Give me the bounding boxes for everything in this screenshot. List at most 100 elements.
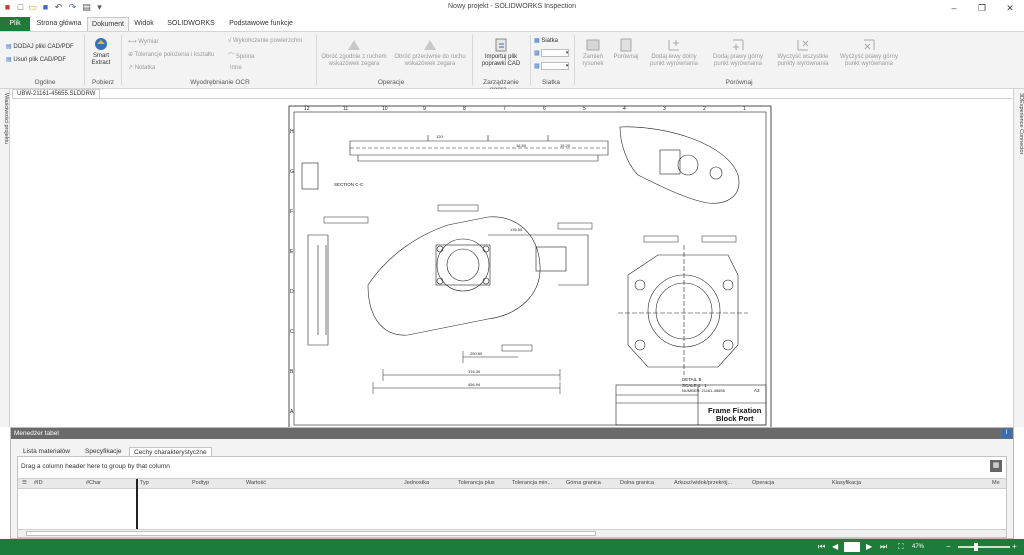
rotate-cw-icon	[348, 40, 360, 50]
row-letter: D	[290, 289, 294, 295]
rotate-cw-button[interactable]: Obróć zgodnie z ruchem wskazówek zegara	[316, 38, 392, 68]
tab-basic-functions[interactable]: Podstawowe funkcje	[225, 17, 297, 31]
column-header[interactable]: Arkusz/widok/przekrój...	[674, 480, 732, 486]
detail-label: DETAIL B	[682, 377, 702, 382]
column-header[interactable]: Operacja	[752, 480, 774, 486]
column-header[interactable]: Klasyfikacja	[832, 480, 861, 486]
tab-solidworks-pdm[interactable]: SOLIDWORKS PDM	[160, 17, 222, 41]
next-page-icon[interactable]: ▶	[866, 542, 872, 552]
smart-extract-button[interactable]: Smart Extract	[88, 37, 114, 67]
tab-home[interactable]: Strona główna	[31, 17, 87, 31]
page-number-input[interactable]	[844, 542, 860, 552]
column-header[interactable]: Me	[992, 480, 1000, 486]
other-ocr-button[interactable]: Inne	[230, 65, 242, 71]
column-header[interactable]: Górna granica	[566, 480, 601, 486]
grid-cols-select[interactable]: ▦ ▾	[534, 62, 570, 70]
clear-all-align-button[interactable]: Wyczyść wszystkie punkty wyrównania	[772, 38, 834, 68]
smart-extract-icon	[95, 38, 107, 50]
column-header[interactable]: #ID	[34, 480, 43, 486]
gdt-ocr-button[interactable]: ⊕ Tolerancje położenia i kształtu	[128, 51, 214, 58]
column-header[interactable]: Jednostka	[404, 480, 429, 486]
column-header[interactable]: Dolna granica	[620, 480, 654, 486]
ribbon: ▤ DODAJ pliki CAD/PDF ▤ Usuń plik CAD/PD…	[0, 31, 1024, 93]
zoom-in-icon[interactable]: +	[1012, 542, 1017, 552]
col-number: 3	[663, 106, 666, 112]
column-header[interactable]: Tolerancja plus	[458, 480, 495, 486]
add-cad-pdf-button[interactable]: ▤ DODAJ pliki CAD/PDF	[6, 43, 74, 50]
add-bottom-left-align-button[interactable]: Dodaj lewy dolny punkt wyrównania	[644, 38, 704, 68]
column-header[interactable]: Tolerancja min...	[512, 480, 552, 486]
dimension-value: 250.50	[470, 351, 483, 356]
tab-characteristics[interactable]: Cechy charakterystyczne	[129, 447, 212, 456]
chevron-down-icon: ▾	[541, 62, 570, 70]
zoom-fit-icon[interactable]: ⛶	[898, 542, 904, 552]
column-header[interactable]: Typ	[140, 480, 149, 486]
compare-button[interactable]: Porównaj	[610, 38, 642, 61]
group-separator	[472, 35, 473, 85]
remove-cad-pdf-button[interactable]: ▤ Usuń plik CAD/PDF	[6, 56, 66, 63]
row-letter: G	[290, 169, 294, 175]
column-header[interactable]: Wartość	[246, 480, 266, 486]
column-header[interactable]: Podtyp	[192, 480, 209, 486]
dimension-value: 15.20	[560, 143, 571, 148]
compare-icon	[620, 38, 632, 52]
group-label-compare: Porównaj	[725, 79, 753, 86]
project-properties-label[interactable]: Właściwości projektu	[3, 93, 9, 144]
minimize-icon[interactable]: –	[940, 0, 968, 17]
project-properties-panel[interactable]: Właściwości projektu	[0, 89, 10, 427]
characteristics-grid: Drag a column header here to group by th…	[17, 456, 1007, 538]
tab-specifications[interactable]: Specyfikacje	[81, 447, 126, 456]
dimension-value: 316.30	[468, 369, 481, 374]
row-menu-icon[interactable]: ☰	[22, 480, 27, 486]
zoom-out-icon[interactable]: −	[946, 542, 951, 552]
dimension-value: 456.94	[468, 382, 481, 387]
close-icon[interactable]: ✕	[996, 0, 1024, 17]
3dexperience-connector-panel[interactable]: 3DExperience Connector	[1013, 89, 1024, 427]
import-cad-revision-button[interactable]: Importuj plik poprawki CAD	[476, 38, 526, 68]
group-label-general: Ogólne	[34, 79, 56, 86]
note-ocr-button[interactable]: ↗ Notatka	[128, 64, 155, 71]
drawing-canvas[interactable]: 12 11 10 9 8 7 6 5 4 3 2 1 H G F E D C B…	[12, 98, 1012, 432]
add-file-icon: ▤	[6, 44, 12, 50]
weld-ocr-button[interactable]: ⌒ Spoina	[228, 51, 254, 60]
first-page-icon[interactable]: ⏮	[818, 542, 825, 552]
column-header[interactable]: #Char	[86, 480, 101, 486]
tab-bill-of-materials[interactable]: Lista materiałów	[19, 447, 74, 456]
tab-file[interactable]: Plik	[0, 17, 30, 31]
row-letter: A	[290, 409, 294, 415]
replace-drawing-button[interactable]: Zamień rysunek	[578, 38, 608, 68]
column-chooser-icon[interactable]: ▦	[990, 460, 1002, 472]
window-title: Nowy projekt - SOLIDWORKS Inspection	[448, 3, 576, 10]
column-splitter[interactable]	[136, 479, 138, 529]
clear-align-icon	[864, 39, 875, 50]
group-separator	[530, 35, 531, 85]
last-page-icon[interactable]: ⏭	[880, 542, 887, 552]
grid-button[interactable]: ▦ Siatka	[534, 37, 558, 44]
col-number: 1	[743, 106, 746, 112]
previous-page-icon[interactable]: ◀	[832, 542, 838, 552]
drawing-svg: 12 11 10 9 8 7 6 5 4 3 2 1 H G F E D C B…	[288, 105, 772, 432]
zoom-slider-handle[interactable]	[974, 543, 978, 551]
dimension-ocr-button[interactable]: ⟷ Wymiar	[128, 38, 159, 45]
horizontal-scrollbar[interactable]	[18, 529, 1006, 537]
tab-view[interactable]: Widok	[129, 17, 159, 31]
sheet-size: A3	[754, 388, 760, 393]
row-letter: F	[290, 209, 293, 215]
pin-icon[interactable]: I	[1002, 429, 1011, 438]
clear-top-right-align-button[interactable]: Wyczyść prawy górny punkt wyrównania	[836, 38, 902, 68]
tab-document[interactable]: Dokument	[87, 17, 129, 32]
import-revision-icon	[495, 38, 507, 52]
dimension-value: 16.50	[516, 143, 527, 148]
remove-file-icon: ▤	[6, 57, 12, 63]
3dexperience-connector-label[interactable]: 3DExperience Connector	[1018, 93, 1024, 154]
scrollbar-thumb[interactable]	[26, 531, 596, 536]
engineering-drawing-sheet[interactable]: 12 11 10 9 8 7 6 5 4 3 2 1 H G F E D C B…	[288, 105, 772, 432]
title-bar: ■ □ ▭ ■ ↶ ↷ ▤ ▾ Nowy projekt - SOLIDWORK…	[0, 0, 1024, 17]
document-tab[interactable]: UBW-21161-45655.SLDDRW	[12, 89, 101, 98]
grid-rows-select[interactable]: ▦ ▾	[534, 49, 570, 57]
add-top-right-align-button[interactable]: Dodaj prawy górny punkt wyrównania	[706, 38, 770, 68]
rotate-ccw-button[interactable]: Obróć przeciwnie do ruchu wskazówek zega…	[391, 38, 469, 68]
zoom-slider[interactable]	[958, 546, 1010, 548]
maximize-icon[interactable]: ❐	[968, 0, 996, 17]
surface-finish-ocr-button[interactable]: √ Wykończenie powierzchni	[228, 38, 302, 44]
